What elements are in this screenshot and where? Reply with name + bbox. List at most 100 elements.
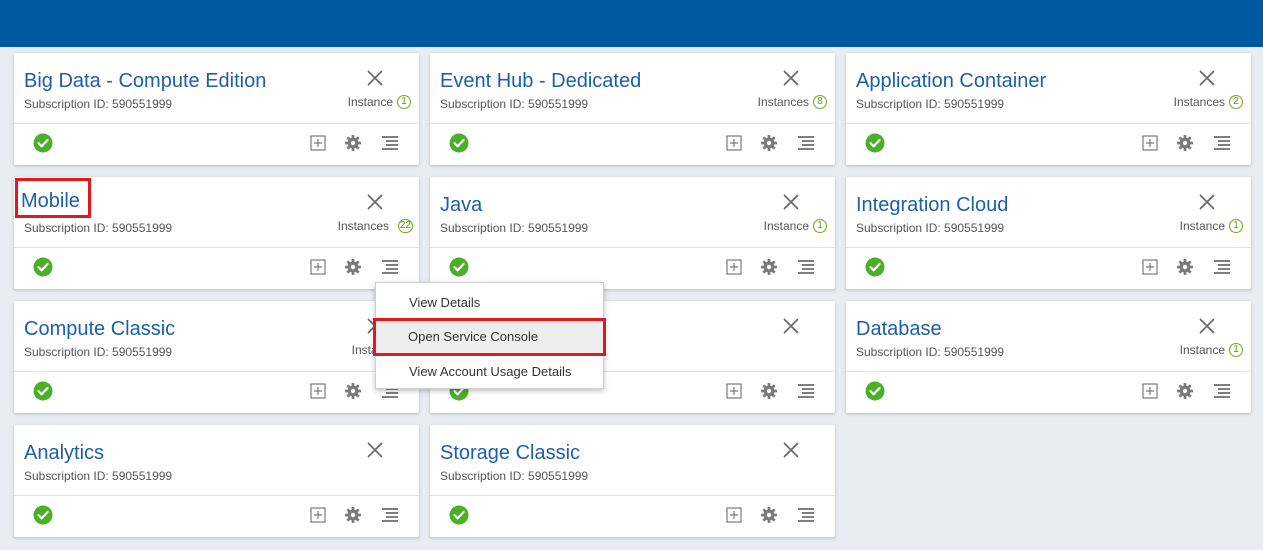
menu-item-view-details[interactable]: View Details [377, 287, 603, 319]
service-card: Java Subscription ID: 590551999 Instance 1 [430, 177, 835, 289]
menu-lines-icon[interactable] [1213, 134, 1231, 152]
top-header-bar [0, 0, 1263, 47]
gear-icon[interactable] [344, 382, 362, 400]
gear-icon[interactable] [760, 134, 778, 152]
menu-lines-icon[interactable] [797, 506, 815, 524]
close-icon[interactable] [781, 68, 801, 88]
card-title[interactable]: Mobile [15, 178, 91, 218]
service-context-menu: View Details Open Service Console View A… [373, 282, 606, 389]
add-box-icon[interactable] [309, 258, 327, 276]
menu-item-open-service-console[interactable]: Open Service Console [373, 318, 606, 356]
card-title[interactable]: Compute Classic [24, 316, 175, 342]
menu-lines-icon[interactable] [797, 258, 815, 276]
instances-count-badge[interactable]: 1 [813, 219, 827, 233]
check-circle-icon [449, 505, 469, 525]
subscription-id: Subscription ID: 590551999 [24, 469, 173, 483]
instances-label: Instance [1179, 343, 1225, 357]
check-circle-icon [865, 133, 885, 153]
gear-icon[interactable] [344, 258, 362, 276]
check-circle-icon [449, 257, 469, 277]
subscription-id: Subscription ID: 590551999 [440, 469, 589, 483]
close-icon[interactable] [1197, 316, 1217, 336]
instances-count-badge[interactable]: 1 [397, 95, 411, 109]
instances-count-badge[interactable]: 8 [813, 95, 827, 109]
card-title[interactable]: Analytics [24, 440, 104, 466]
subscription-id: Subscription ID: 590551999 [440, 221, 589, 235]
instances-count-badge[interactable]: 1 [1229, 343, 1243, 357]
gear-icon[interactable] [1176, 134, 1194, 152]
add-box-icon[interactable] [725, 382, 743, 400]
card-divider [430, 495, 835, 496]
close-icon[interactable] [781, 316, 801, 336]
subscription-id: Subscription ID: 590551999 [440, 97, 589, 111]
menu-lines-icon[interactable] [797, 382, 815, 400]
add-box-icon[interactable] [725, 506, 743, 524]
subscription-id: Subscription ID: 590551999 [24, 221, 173, 235]
card-title[interactable]: Storage Classic [440, 440, 580, 466]
instances-count-badge[interactable]: 1 [1229, 219, 1243, 233]
subscription-id: Subscription ID: 590551999 [24, 345, 173, 359]
instances-count-badge[interactable]: 2 [1229, 95, 1243, 109]
service-card: Compute Classic Subscription ID: 59055199… [14, 301, 419, 413]
add-box-icon[interactable] [309, 134, 327, 152]
menu-lines-icon[interactable] [1213, 382, 1231, 400]
service-card: Integration Cloud Subscription ID: 590551… [846, 177, 1251, 289]
card-title[interactable]: Application Container [856, 68, 1046, 94]
gear-icon[interactable] [1176, 258, 1194, 276]
card-divider [846, 123, 1251, 124]
add-box-icon[interactable] [309, 382, 327, 400]
subscription-id: Subscription ID: 590551999 [24, 97, 173, 111]
menu-item-view-account-usage[interactable]: View Account Usage Details [377, 356, 603, 388]
service-card: Database Subscription ID: 590551999 Instan… [846, 301, 1251, 413]
add-box-icon[interactable] [725, 258, 743, 276]
instances-count-badge[interactable]: 22 [397, 219, 413, 233]
close-icon[interactable] [365, 440, 385, 460]
menu-lines-icon[interactable] [1213, 258, 1231, 276]
close-icon[interactable] [781, 440, 801, 460]
close-icon[interactable] [365, 192, 385, 212]
service-card: Big Data - Compute Edition Subscription I… [14, 53, 419, 165]
check-circle-icon [33, 257, 53, 277]
card-divider [846, 247, 1251, 248]
menu-lines-icon[interactable] [381, 258, 399, 276]
menu-lines-icon[interactable] [381, 134, 399, 152]
card-divider [430, 247, 835, 248]
add-box-icon[interactable] [1141, 258, 1159, 276]
add-box-icon[interactable] [1141, 382, 1159, 400]
add-box-icon[interactable] [309, 506, 327, 524]
card-title[interactable]: Integration Cloud [856, 192, 1008, 218]
card-divider [14, 371, 419, 372]
close-icon[interactable] [781, 192, 801, 212]
menu-lines-icon[interactable] [381, 506, 399, 524]
service-card: Analytics Subscription ID: 590551999 [14, 425, 419, 537]
card-divider [14, 495, 419, 496]
gear-icon[interactable] [344, 134, 362, 152]
check-circle-icon [33, 133, 53, 153]
check-circle-icon [449, 133, 469, 153]
subscription-id: Subscription ID: 590551999 [856, 345, 1005, 359]
instances-label: Instance [1179, 219, 1225, 233]
close-icon[interactable] [1197, 192, 1217, 212]
service-card: Storage Classic Subscription ID: 59055199… [430, 425, 835, 537]
card-title[interactable]: Database [856, 316, 942, 342]
check-circle-icon [33, 505, 53, 525]
add-box-icon[interactable] [725, 134, 743, 152]
card-title[interactable]: Java [440, 192, 482, 218]
check-circle-icon [865, 257, 885, 277]
gear-icon[interactable] [344, 506, 362, 524]
gear-icon[interactable] [760, 506, 778, 524]
close-icon[interactable] [365, 68, 385, 88]
gear-icon[interactable] [760, 258, 778, 276]
instances-label: Instances [337, 219, 389, 233]
add-box-icon[interactable] [1141, 134, 1159, 152]
card-title[interactable]: Event Hub - Dedicated [440, 68, 641, 94]
gear-icon[interactable] [760, 382, 778, 400]
close-icon[interactable] [1197, 68, 1217, 88]
gear-icon[interactable] [1176, 382, 1194, 400]
menu-lines-icon[interactable] [797, 134, 815, 152]
instances-label: Instance [347, 95, 393, 109]
card-title[interactable]: Big Data - Compute Edition [24, 68, 266, 94]
instances-label: Instance [763, 219, 809, 233]
card-divider [14, 247, 419, 248]
check-circle-icon [865, 381, 885, 401]
